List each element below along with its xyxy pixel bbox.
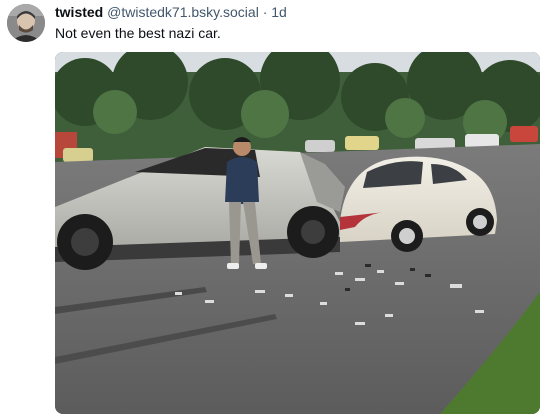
post-age[interactable]: 1d <box>271 4 287 20</box>
feed-post[interactable]: twisted @twistedk71.bsky.social · 1d Not… <box>0 0 549 419</box>
post-header: twisted @twistedk71.bsky.social · 1d <box>55 4 287 21</box>
post-text: Not even the best nazi car. <box>55 25 221 41</box>
author-handle[interactable]: @twistedk71.bsky.social <box>107 4 259 20</box>
author-avatar[interactable] <box>7 4 45 42</box>
user-avatar-icon <box>7 4 45 42</box>
post-image[interactable] <box>55 52 540 414</box>
meta-separator: · <box>262 4 268 20</box>
author-display-name[interactable]: twisted <box>55 4 103 20</box>
crash-photo <box>55 52 540 414</box>
